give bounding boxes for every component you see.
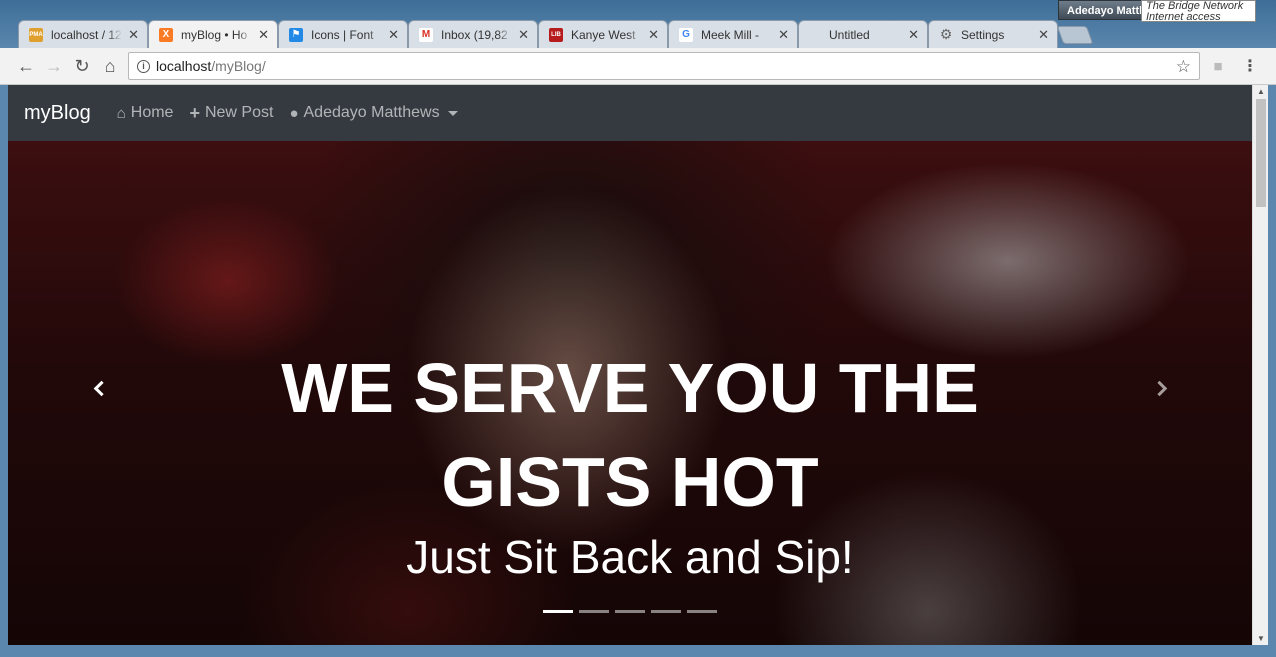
- profile-button[interactable]: Adedayo Matth: [1058, 0, 1148, 20]
- tab-title: Icons | Font: [311, 27, 374, 42]
- lib-icon: LIB: [549, 27, 563, 42]
- address-bar[interactable]: i localhost/myBlog/ ☆: [128, 52, 1200, 80]
- tab-title: Kanye West: [571, 27, 636, 42]
- carousel-caption: WE SERVE YOU THE GISTS HOT Just Sit Back…: [8, 341, 1252, 585]
- gear-icon: ⚙: [939, 26, 953, 42]
- close-icon[interactable]: ✕: [778, 27, 789, 43]
- tab-meek-mill[interactable]: G Meek Mill - ✕: [668, 20, 798, 48]
- carousel-indicator[interactable]: [687, 610, 717, 613]
- caret-down-icon: [447, 110, 458, 116]
- tab-untitled[interactable]: Untitled ✕: [798, 20, 928, 48]
- url-path: /myBlog/: [211, 58, 266, 74]
- tab-title: localhost / 12: [51, 27, 122, 42]
- scrollbar-thumb[interactable]: [1256, 99, 1266, 207]
- new-tab-button[interactable]: [1056, 26, 1094, 44]
- carousel-indicator[interactable]: [543, 610, 573, 613]
- reload-icon[interactable]: ↻: [70, 54, 94, 78]
- tab-title: Untitled: [829, 27, 870, 42]
- tab-title: Settings: [961, 27, 1005, 42]
- nav-new-post-label: New Post: [204, 104, 274, 121]
- close-icon[interactable]: ✕: [388, 27, 399, 43]
- tab-phpmyadmin[interactable]: PMA localhost / 12 ✕: [18, 20, 148, 48]
- close-icon[interactable]: ✕: [518, 27, 529, 43]
- xampp-icon: X: [159, 27, 173, 42]
- page-viewport: myBlog ⌂ Home + New Post ● Adedayo Matth…: [8, 85, 1252, 645]
- carousel-indicators: [543, 610, 723, 613]
- google-icon: G: [679, 27, 693, 42]
- tab-title: Inbox (19,82: [441, 27, 508, 42]
- site-navbar: myBlog ⌂ Home + New Post ● Adedayo Matth…: [8, 85, 1252, 141]
- page-scrollbar[interactable]: ▲ ▼: [1252, 85, 1268, 645]
- window-border: [0, 85, 8, 657]
- tab-gmail[interactable]: M Inbox (19,82 ✕: [408, 20, 538, 48]
- menu-icon[interactable]: ⋮: [1238, 54, 1262, 78]
- tab-settings[interactable]: ⚙ Settings ✕: [928, 20, 1058, 48]
- home-icon: ⌂: [116, 104, 126, 122]
- plus-icon: +: [189, 102, 200, 123]
- window-border: [0, 645, 1276, 657]
- hero-subheadline: Just Sit Back and Sip!: [406, 531, 854, 583]
- flag-icon: ⚑: [289, 27, 303, 42]
- gmail-icon: M: [419, 27, 433, 42]
- extension-icon[interactable]: ■: [1206, 54, 1230, 78]
- nav-user-label: Adedayo Matthews: [303, 104, 440, 121]
- scroll-up-icon[interactable]: ▲: [1257, 87, 1265, 96]
- tab-myblog[interactable]: X myBlog • Ho ✕: [148, 20, 278, 48]
- scroll-down-icon[interactable]: ▼: [1257, 634, 1265, 643]
- forward-icon[interactable]: →: [42, 54, 66, 78]
- bookmark-star-icon[interactable]: ☆: [1176, 57, 1191, 77]
- window-border: [1268, 85, 1276, 657]
- nav-home[interactable]: ⌂ Home: [117, 104, 174, 122]
- hero-carousel: WE SERVE YOU THE GISTS HOT Just Sit Back…: [8, 141, 1252, 645]
- tab-font-awesome[interactable]: ⚑ Icons | Font ✕: [278, 20, 408, 48]
- nav-new-post[interactable]: + New Post: [189, 103, 273, 124]
- carousel-indicator[interactable]: [615, 610, 645, 613]
- tooltip-line: Internet access: [1146, 11, 1221, 22]
- site-brand[interactable]: myBlog: [24, 102, 91, 125]
- close-icon[interactable]: ✕: [648, 27, 659, 43]
- close-icon[interactable]: ✕: [1038, 27, 1049, 43]
- browser-toolbar: ← → ↻ ⌂ i localhost/myBlog/ ☆ ■ ⋮: [0, 48, 1276, 85]
- close-icon[interactable]: ✕: [258, 27, 269, 43]
- url-host: localhost: [156, 58, 212, 74]
- browser-window: PMA localhost / 12 ✕ X myBlog • Ho ✕ ⚑ I…: [0, 0, 1276, 85]
- tab-title: Meek Mill -: [701, 27, 760, 42]
- user-icon: ●: [289, 104, 299, 122]
- phpmyadmin-icon: PMA: [29, 27, 43, 42]
- tab-strip: PMA localhost / 12 ✕ X myBlog • Ho ✕ ⚑ I…: [0, 0, 1276, 48]
- network-tooltip: The Bridge Network Internet access: [1141, 0, 1256, 22]
- hero-headline: WE SERVE YOU THE GISTS HOT: [281, 349, 979, 521]
- carousel-indicator[interactable]: [651, 610, 681, 613]
- nav-home-label: Home: [130, 104, 174, 121]
- nav-user-dropdown[interactable]: ● Adedayo Matthews: [289, 104, 458, 122]
- tab-kanye-west[interactable]: LIB Kanye West ✕: [538, 20, 668, 48]
- info-icon[interactable]: i: [137, 59, 150, 73]
- close-icon[interactable]: ✕: [128, 27, 139, 43]
- tab-title: myBlog • Ho: [181, 27, 248, 42]
- back-icon[interactable]: ←: [14, 54, 38, 78]
- close-icon[interactable]: ✕: [908, 27, 919, 43]
- home-icon[interactable]: ⌂: [98, 54, 122, 78]
- carousel-indicator[interactable]: [579, 610, 609, 613]
